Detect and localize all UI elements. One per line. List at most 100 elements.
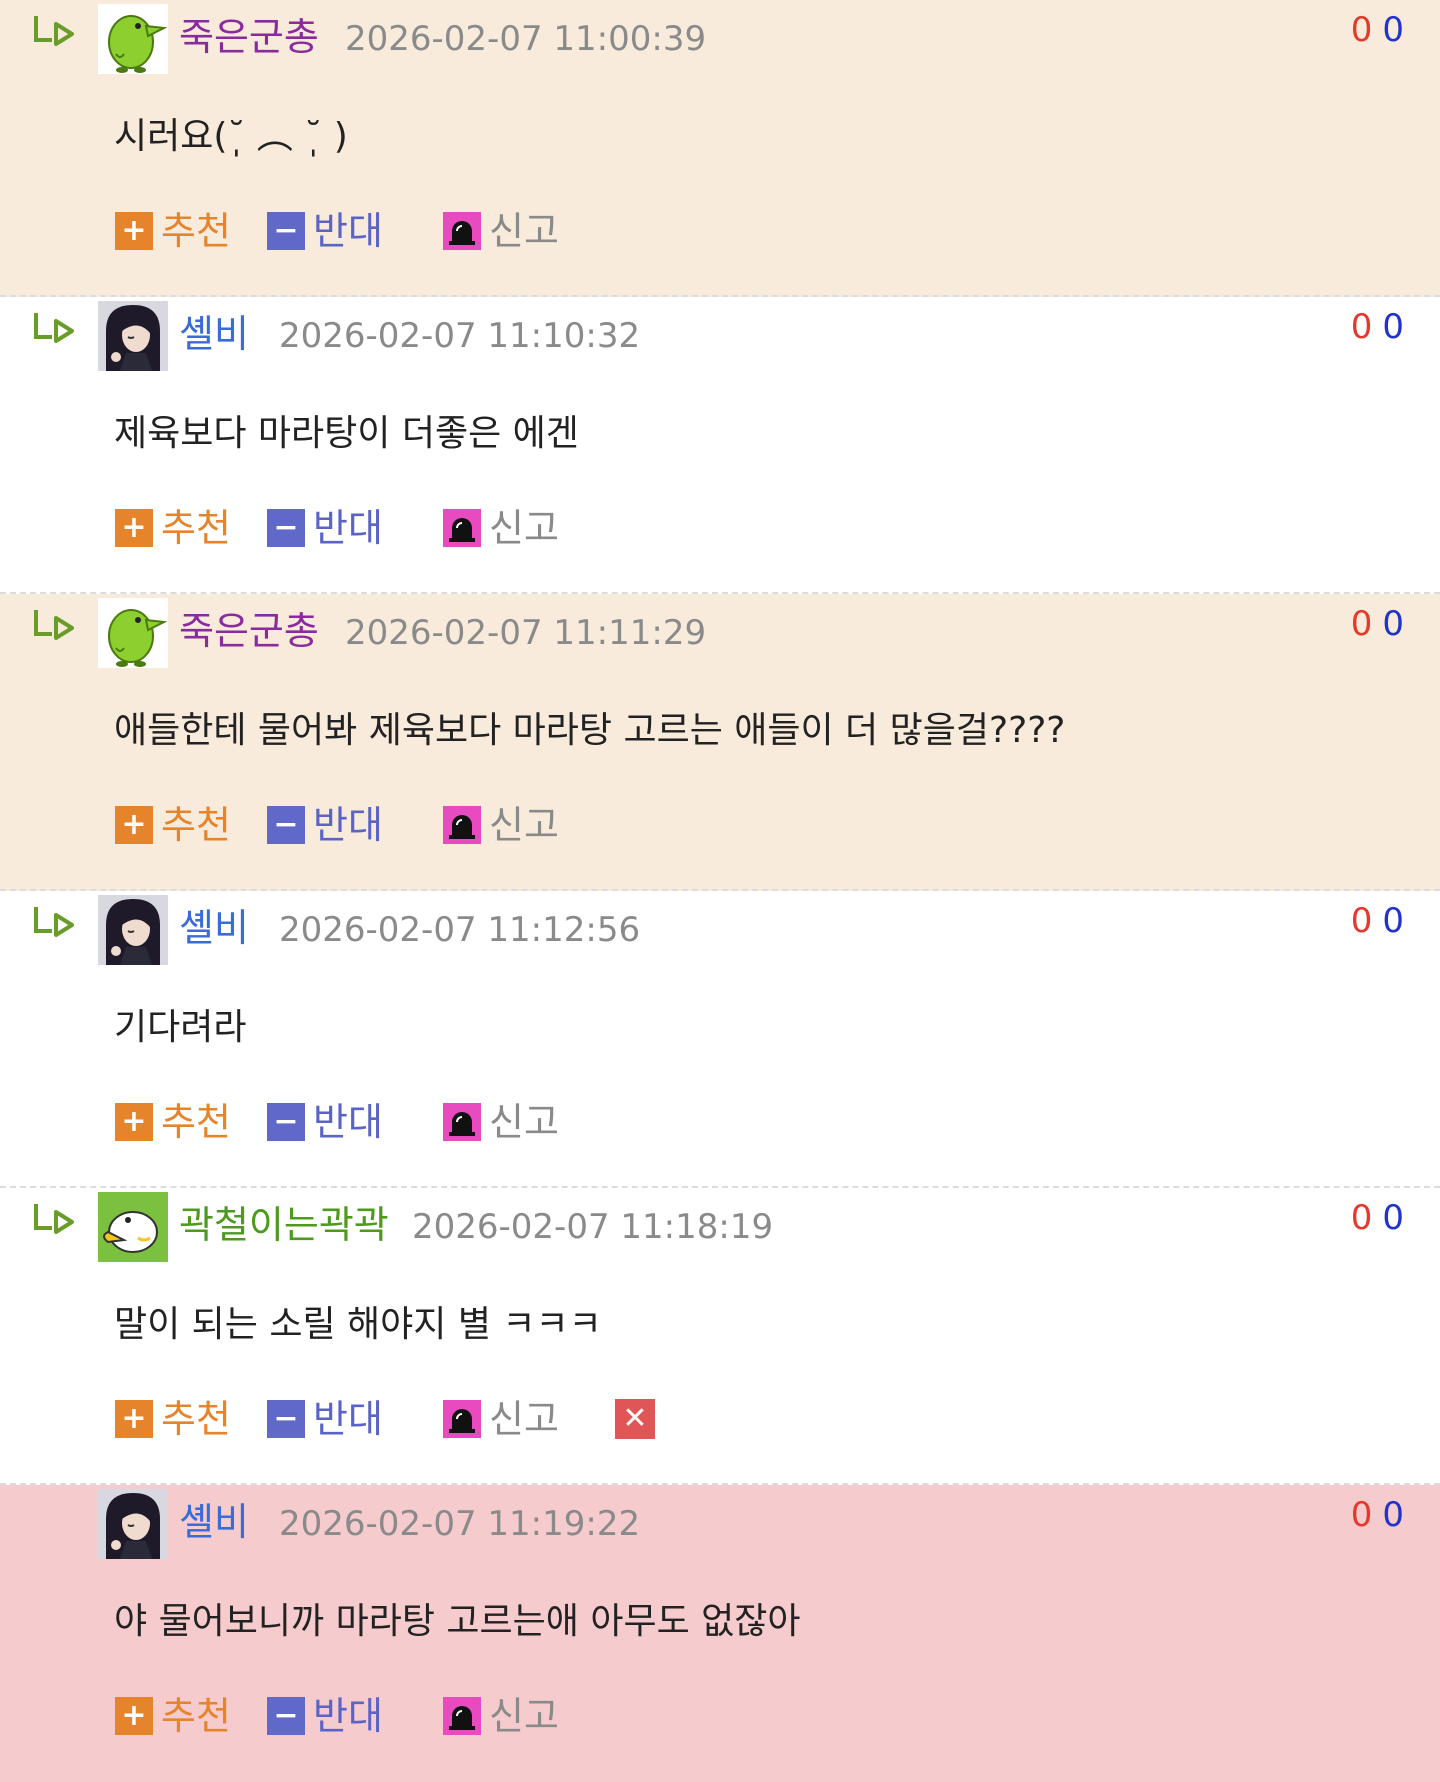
comment-item: 셸비 2026-02-07 11:12:56 00 기다려라 + 추천 − 반대 신… — [0, 891, 1440, 1188]
downvote-label: 반대 — [313, 1694, 383, 1738]
upvote-label: 추천 — [161, 803, 231, 847]
upvote-count: 0 — [1350, 1198, 1373, 1238]
report-button[interactable]: 신고 — [443, 1690, 559, 1742]
upvote-label: 추천 — [161, 506, 231, 550]
siren-icon — [443, 1400, 481, 1438]
plus-icon: + — [115, 806, 153, 844]
avatar[interactable] — [98, 301, 168, 371]
comment-actions: + 추천 − 반대 신고 — [115, 1690, 1115, 1742]
green-bird-icon — [98, 598, 168, 668]
dark-hair-girl-icon — [98, 1489, 168, 1559]
comment-actions: + 추천 − 반대 신고 — [115, 799, 1115, 851]
comment-actions: + 추천 − 반대 신고 — [115, 502, 1115, 554]
avatar[interactable] — [98, 4, 168, 74]
downvote-count: 0 — [1382, 901, 1404, 941]
downvote-button[interactable]: − 반대 — [267, 205, 383, 257]
delete-button[interactable]: ✕ — [615, 1393, 655, 1445]
comment-actions: + 추천 − 반대 신고 — [115, 205, 1115, 257]
report-button[interactable]: 신고 — [443, 205, 559, 257]
minus-icon: − — [267, 1103, 305, 1141]
upvote-button[interactable]: + 추천 — [115, 1096, 231, 1148]
timestamp: 2026-02-07 11:19:22 — [279, 1504, 641, 1544]
nickname[interactable]: 죽은군총 — [179, 606, 319, 656]
upvote-count: 0 — [1350, 604, 1373, 644]
comment-actions: + 추천 − 반대 신고 — [115, 1096, 1115, 1148]
reply-arrow-icon — [34, 1204, 74, 1234]
vote-counts: 00 — [1351, 8, 1404, 52]
nickname[interactable]: 셸비 — [179, 1497, 249, 1547]
downvote-button[interactable]: − 반대 — [267, 799, 383, 851]
siren-icon — [443, 509, 481, 547]
report-label: 신고 — [489, 209, 559, 253]
comment-text: 말이 되는 소릴 해야지 별 ㅋㅋㅋ — [114, 1304, 602, 1345]
avatar[interactable] — [98, 895, 168, 965]
comment-text: 기다려라 — [114, 1007, 247, 1048]
plus-icon: + — [115, 1103, 153, 1141]
downvote-count: 0 — [1382, 1198, 1404, 1238]
reply-arrow-icon — [34, 16, 74, 46]
report-label: 신고 — [489, 1100, 559, 1144]
upvote-button[interactable]: + 추천 — [115, 502, 231, 554]
minus-icon: − — [267, 509, 305, 547]
comment-item: 죽은군총 2026-02-07 11:11:29 00 애들한테 물어봐 제육보… — [0, 594, 1440, 891]
vote-counts: 00 — [1351, 899, 1404, 943]
report-label: 신고 — [489, 803, 559, 847]
comment-text: 애들한테 물어봐 제육보다 마라탕 고르는 애들이 더 많을걸???? — [114, 710, 1066, 751]
minus-icon: − — [267, 806, 305, 844]
downvote-button[interactable]: − 반대 — [267, 502, 383, 554]
report-label: 신고 — [489, 1397, 559, 1441]
upvote-button[interactable]: + 추천 — [115, 1690, 231, 1742]
plus-icon: + — [115, 1697, 153, 1735]
vote-counts: 00 — [1351, 1196, 1404, 1240]
vote-counts: 00 — [1351, 305, 1404, 349]
comment-text: 시러요(˘̩̩̩ ︵ ˘̩̩̩ ) — [114, 116, 348, 157]
nickname[interactable]: 죽은군총 — [179, 12, 319, 62]
comment-item: 셸비 2026-02-07 11:10:32 00 제육보다 마라탕이 더좋은 … — [0, 297, 1440, 594]
avatar[interactable] — [98, 1192, 168, 1262]
siren-icon — [443, 1103, 481, 1141]
reply-arrow-icon — [34, 610, 74, 640]
nickname[interactable]: 셸비 — [179, 903, 249, 953]
downvote-button[interactable]: − 반대 — [267, 1096, 383, 1148]
upvote-label: 추천 — [161, 1694, 231, 1738]
downvote-button[interactable]: − 반대 — [267, 1393, 383, 1445]
minus-icon: − — [267, 1400, 305, 1438]
plus-icon: + — [115, 1400, 153, 1438]
vote-counts: 00 — [1351, 602, 1404, 646]
report-label: 신고 — [489, 506, 559, 550]
dark-hair-girl-icon — [98, 301, 168, 371]
avatar[interactable] — [98, 1489, 168, 1559]
report-label: 신고 — [489, 1694, 559, 1738]
plus-icon: + — [115, 212, 153, 250]
downvote-label: 반대 — [313, 803, 383, 847]
minus-icon: − — [267, 1697, 305, 1735]
upvote-label: 추천 — [161, 209, 231, 253]
report-button[interactable]: 신고 — [443, 502, 559, 554]
downvote-count: 0 — [1382, 1495, 1404, 1535]
timestamp: 2026-02-07 11:10:32 — [279, 316, 641, 356]
downvote-button[interactable]: − 반대 — [267, 1690, 383, 1742]
comment-actions: + 추천 − 반대 신고 ✕ — [115, 1393, 1115, 1445]
avatar[interactable] — [98, 598, 168, 668]
white-duck-icon — [98, 1192, 168, 1262]
downvote-label: 반대 — [313, 1100, 383, 1144]
nickname[interactable]: 셸비 — [179, 309, 249, 359]
upvote-button[interactable]: + 추천 — [115, 205, 231, 257]
nickname[interactable]: 곽철이는곽곽 — [179, 1200, 389, 1250]
close-icon: ✕ — [615, 1399, 655, 1439]
downvote-count: 0 — [1382, 10, 1404, 50]
upvote-button[interactable]: + 추천 — [115, 799, 231, 851]
upvote-count: 0 — [1350, 901, 1373, 941]
plus-icon: + — [115, 509, 153, 547]
report-button[interactable]: 신고 — [443, 799, 559, 851]
siren-icon — [443, 1697, 481, 1735]
green-bird-icon — [98, 4, 168, 74]
report-button[interactable]: 신고 — [443, 1096, 559, 1148]
downvote-count: 0 — [1382, 604, 1404, 644]
comment-item: 죽은군총 2026-02-07 11:00:39 00 시러요(˘̩̩̩ ︵ ˘… — [0, 0, 1440, 297]
dark-hair-girl-icon — [98, 895, 168, 965]
downvote-label: 반대 — [313, 1397, 383, 1441]
upvote-button[interactable]: + 추천 — [115, 1393, 231, 1445]
reply-arrow-icon — [34, 907, 74, 937]
report-button[interactable]: 신고 — [443, 1393, 559, 1445]
